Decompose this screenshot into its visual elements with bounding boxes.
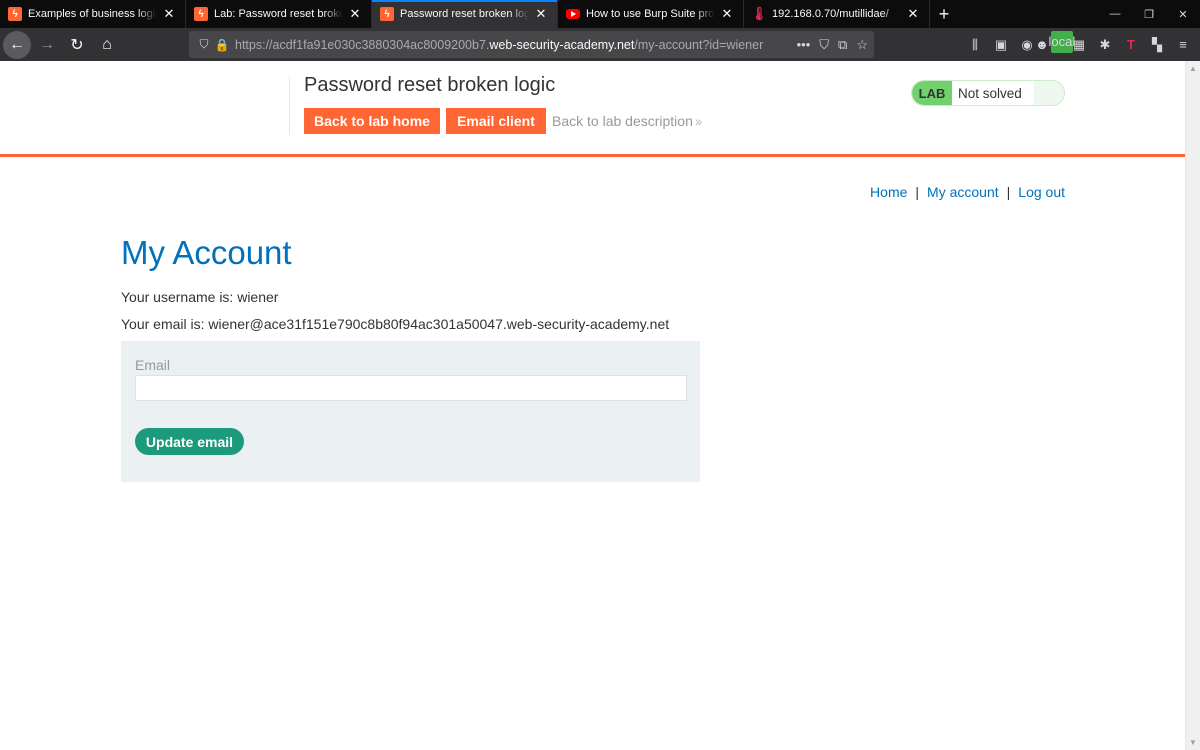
- forward-arrow-icon[interactable]: →: [33, 31, 61, 59]
- page-content: Password reset broken logic Back to lab …: [0, 61, 1185, 750]
- lab-tag: LAB: [912, 81, 952, 105]
- minimize-icon[interactable]: —: [1098, 0, 1132, 28]
- bookmark-star-icon[interactable]: ☆: [856, 37, 868, 53]
- lock-icon[interactable]: 🔒: [213, 38, 231, 52]
- tab-title: Lab: Password reset broken log: [214, 8, 343, 20]
- pocket-icon[interactable]: ⛉: [819, 37, 829, 53]
- back-arrow-icon[interactable]: ←: [3, 30, 31, 59]
- browser-tab[interactable]: 🌡 192.168.0.70/mutillidae/ ✕: [744, 0, 930, 28]
- back-to-lab-home-button[interactable]: Back to lab home: [304, 108, 440, 134]
- library-icon[interactable]: ⫼: [964, 34, 986, 56]
- address-bar[interactable]: ⛉ 🔒 https://acdf1fa91e030c3880304ac80092…: [189, 31, 874, 58]
- update-email-form: Email Update email: [121, 341, 700, 482]
- portswigger-icon: ϟ: [194, 7, 208, 21]
- text-extension-icon[interactable]: T: [1120, 34, 1142, 56]
- tab-title: Password reset broken logic: [400, 8, 529, 20]
- account-nav: Home | My account | Log out: [870, 184, 1065, 200]
- home-link[interactable]: Home: [870, 184, 907, 200]
- username-line: Your username is: wiener: [121, 289, 279, 305]
- page-title: My Account: [121, 234, 292, 271]
- toolbar-icons: ⫼ ▣ ◉ ☻ local ▦ ✱ T ▚ ≡: [964, 28, 1200, 61]
- lab-title: Password reset broken logic: [304, 74, 556, 96]
- email-client-button[interactable]: Email client: [446, 108, 546, 134]
- browser-tab-bar: ϟ Examples of business logic vuln ✕ ϟ La…: [0, 0, 1200, 28]
- close-icon[interactable]: ✕: [161, 6, 177, 22]
- back-to-lab-description-link[interactable]: Back to lab description ››: [552, 113, 702, 129]
- nav-separator: |: [915, 184, 920, 200]
- tab-title: Examples of business logic vuln: [28, 8, 157, 20]
- translate-extension-icon[interactable]: ▦: [1068, 34, 1090, 56]
- scroll-down-arrow-icon[interactable]: ▼: [1189, 738, 1197, 747]
- url-text[interactable]: https://acdf1fa91e030c3880304ac8009200b7…: [235, 38, 797, 52]
- close-icon[interactable]: ✕: [905, 6, 921, 22]
- email-label: Email: [135, 357, 171, 373]
- email-line: Your email is: wiener@ace31f151e790c8b80…: [121, 316, 670, 332]
- portswigger-icon: ϟ: [380, 7, 394, 21]
- back-to-lab-description-label: Back to lab description: [552, 113, 693, 129]
- scroll-up-arrow-icon[interactable]: ▲: [1189, 64, 1197, 73]
- restore-icon[interactable]: ❐: [1132, 0, 1166, 28]
- my-account-link[interactable]: My account: [927, 184, 999, 200]
- new-tab-button[interactable]: +: [930, 0, 958, 28]
- tab-title: 192.168.0.70/mutillidae/: [772, 8, 889, 20]
- close-icon[interactable]: ✕: [533, 6, 549, 22]
- nav-separator: |: [1006, 184, 1011, 200]
- page-actions-icon[interactable]: •••: [797, 37, 811, 52]
- close-window-icon[interactable]: ✕: [1166, 0, 1200, 28]
- lab-status-widget: LAB Not solved: [911, 80, 1065, 106]
- reload-icon[interactable]: ↻: [63, 31, 91, 59]
- home-icon[interactable]: ⌂: [93, 31, 121, 59]
- email-input[interactable]: [135, 375, 687, 401]
- youtube-icon: [566, 9, 580, 19]
- lab-status-indicator: [1034, 81, 1064, 105]
- browser-tab[interactable]: ϟ Examples of business logic vuln ✕: [0, 0, 186, 28]
- close-icon[interactable]: ✕: [719, 6, 735, 22]
- shield-icon[interactable]: ⛉: [195, 37, 213, 52]
- translate-icon[interactable]: ⧉: [838, 37, 847, 53]
- portswigger-icon: ϟ: [8, 7, 22, 21]
- log-out-link[interactable]: Log out: [1018, 184, 1065, 200]
- browser-nav-bar: ← → ↻ ⌂ ⛉ 🔒 https://acdf1fa91e030c388030…: [0, 28, 1200, 61]
- extensions-grid-icon[interactable]: ▚: [1146, 34, 1168, 56]
- window-controls: — ❐ ✕: [1098, 0, 1200, 28]
- vertical-scrollbar[interactable]: ▲ ▼: [1185, 61, 1200, 750]
- menu-icon[interactable]: ≡: [1172, 34, 1194, 56]
- update-email-button[interactable]: Update email: [135, 428, 244, 455]
- lab-status-text: Not solved: [958, 85, 1022, 101]
- header-divider: [289, 77, 290, 135]
- extension-local-icon[interactable]: ☻ local: [1035, 30, 1075, 56]
- double-chevron-right-icon: ››: [694, 113, 702, 129]
- close-icon[interactable]: ✕: [347, 6, 363, 22]
- browser-tab[interactable]: How to use Burp Suite projects ✕: [558, 0, 744, 28]
- browser-tab[interactable]: ϟ Lab: Password reset broken log ✕: [186, 0, 372, 28]
- tab-title: How to use Burp Suite projects: [586, 8, 715, 20]
- sidebar-icon[interactable]: ▣: [990, 34, 1012, 56]
- language-extension-icon[interactable]: ✱: [1094, 34, 1116, 56]
- lab-header: Password reset broken logic Back to lab …: [0, 61, 1185, 157]
- thermometer-icon: 🌡: [750, 6, 768, 21]
- browser-tab-active[interactable]: ϟ Password reset broken logic ✕: [372, 0, 558, 28]
